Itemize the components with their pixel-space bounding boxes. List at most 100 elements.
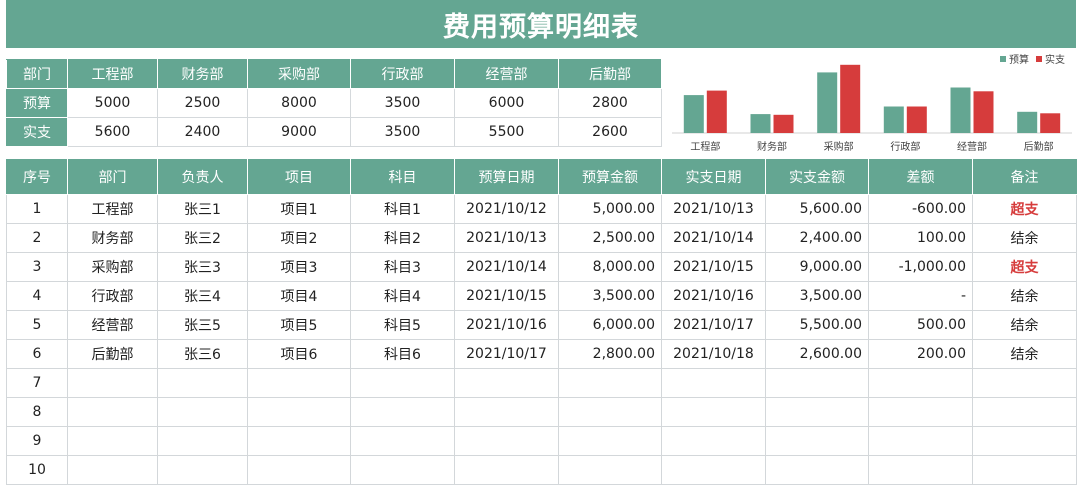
table-cell[interactable] <box>350 426 455 456</box>
table-cell[interactable]: 项目6 <box>247 339 351 369</box>
table-cell[interactable] <box>661 368 766 398</box>
table-cell[interactable]: 项目4 <box>247 281 351 311</box>
table-cell[interactable]: 2021/10/17 <box>454 339 559 369</box>
table-cell[interactable]: 2021/10/15 <box>661 252 766 282</box>
table-cell[interactable]: 行政部 <box>67 281 158 311</box>
table-cell[interactable] <box>247 397 351 427</box>
table-cell[interactable] <box>454 455 559 485</box>
table-cell[interactable] <box>972 368 1077 398</box>
table-cell[interactable] <box>67 426 158 456</box>
table-cell[interactable]: 项目1 <box>247 194 351 224</box>
table-cell[interactable]: -1,000.00 <box>868 252 973 282</box>
table-cell[interactable]: 2021/10/12 <box>454 194 559 224</box>
table-cell[interactable]: 张三4 <box>157 281 248 311</box>
table-cell[interactable]: 结余 <box>972 339 1077 369</box>
table-cell[interactable]: 张三6 <box>157 339 248 369</box>
table-cell[interactable]: 科目2 <box>350 223 455 253</box>
table-cell[interactable]: 8,000.00 <box>558 252 662 282</box>
table-cell[interactable]: 2 <box>6 223 68 253</box>
table-cell[interactable]: 5 <box>6 310 68 340</box>
table-cell[interactable]: 经营部 <box>67 310 158 340</box>
table-cell[interactable]: 结余 <box>972 310 1077 340</box>
table-cell[interactable]: 科目4 <box>350 281 455 311</box>
table-cell[interactable]: 2021/10/18 <box>661 339 766 369</box>
table-cell[interactable] <box>454 426 559 456</box>
table-cell[interactable]: 6,000.00 <box>558 310 662 340</box>
table-cell[interactable] <box>765 426 869 456</box>
table-cell[interactable] <box>868 455 973 485</box>
table-cell[interactable] <box>868 397 973 427</box>
table-cell[interactable] <box>558 368 662 398</box>
table-cell[interactable] <box>157 426 248 456</box>
summary-cell[interactable]: 5000 <box>67 88 158 118</box>
table-cell[interactable]: 2,800.00 <box>558 339 662 369</box>
table-cell[interactable] <box>661 397 766 427</box>
table-cell[interactable]: 2,400.00 <box>765 223 869 253</box>
table-cell[interactable]: 200.00 <box>868 339 973 369</box>
table-cell[interactable] <box>350 368 455 398</box>
table-cell[interactable]: 1 <box>6 194 68 224</box>
summary-cell[interactable]: 5500 <box>454 117 559 147</box>
table-cell[interactable] <box>157 368 248 398</box>
table-cell[interactable]: 2021/10/13 <box>661 194 766 224</box>
table-cell[interactable] <box>454 397 559 427</box>
table-cell[interactable] <box>247 426 351 456</box>
table-cell[interactable]: 2,500.00 <box>558 223 662 253</box>
table-cell[interactable]: 张三1 <box>157 194 248 224</box>
table-cell[interactable]: - <box>868 281 973 311</box>
table-cell[interactable] <box>765 368 869 398</box>
summary-cell[interactable]: 2800 <box>558 88 662 118</box>
table-cell[interactable]: 4 <box>6 281 68 311</box>
table-cell[interactable]: 财务部 <box>67 223 158 253</box>
table-cell[interactable]: 2021/10/15 <box>454 281 559 311</box>
table-cell[interactable] <box>247 368 351 398</box>
table-cell[interactable]: 超支 <box>972 194 1077 224</box>
table-cell[interactable] <box>972 426 1077 456</box>
table-cell[interactable]: 科目5 <box>350 310 455 340</box>
table-cell[interactable]: 2021/10/16 <box>454 310 559 340</box>
table-cell[interactable]: 9,000.00 <box>765 252 869 282</box>
table-cell[interactable]: 2021/10/14 <box>661 223 766 253</box>
table-cell[interactable]: 100.00 <box>868 223 973 253</box>
table-cell[interactable] <box>247 455 351 485</box>
table-cell[interactable]: 8 <box>6 397 68 427</box>
table-cell[interactable]: 3,500.00 <box>558 281 662 311</box>
table-cell[interactable]: 500.00 <box>868 310 973 340</box>
table-cell[interactable]: 2021/10/16 <box>661 281 766 311</box>
table-cell[interactable] <box>67 368 158 398</box>
table-cell[interactable]: 结余 <box>972 223 1077 253</box>
summary-cell[interactable]: 5600 <box>67 117 158 147</box>
table-cell[interactable] <box>765 455 869 485</box>
table-cell[interactable]: 科目3 <box>350 252 455 282</box>
summary-cell[interactable]: 8000 <box>247 88 351 118</box>
table-cell[interactable] <box>765 397 869 427</box>
table-cell[interactable]: 7 <box>6 368 68 398</box>
summary-cell[interactable]: 2600 <box>558 117 662 147</box>
table-cell[interactable]: 项目3 <box>247 252 351 282</box>
table-cell[interactable]: 2021/10/13 <box>454 223 559 253</box>
table-cell[interactable]: 2021/10/14 <box>454 252 559 282</box>
table-cell[interactable] <box>350 455 455 485</box>
table-cell[interactable]: 张三5 <box>157 310 248 340</box>
summary-cell[interactable]: 3500 <box>350 88 455 118</box>
table-cell[interactable] <box>157 397 248 427</box>
table-cell[interactable] <box>661 426 766 456</box>
table-cell[interactable]: 工程部 <box>67 194 158 224</box>
table-cell[interactable]: 采购部 <box>67 252 158 282</box>
table-cell[interactable]: -600.00 <box>868 194 973 224</box>
table-cell[interactable] <box>558 426 662 456</box>
table-cell[interactable]: 项目5 <box>247 310 351 340</box>
table-cell[interactable] <box>67 455 158 485</box>
table-cell[interactable]: 张三2 <box>157 223 248 253</box>
table-cell[interactable] <box>558 397 662 427</box>
table-cell[interactable] <box>454 368 559 398</box>
table-cell[interactable]: 超支 <box>972 252 1077 282</box>
summary-cell[interactable]: 2400 <box>157 117 248 147</box>
table-cell[interactable] <box>868 368 973 398</box>
table-cell[interactable]: 张三3 <box>157 252 248 282</box>
table-cell[interactable]: 10 <box>6 455 68 485</box>
table-cell[interactable] <box>350 397 455 427</box>
table-cell[interactable]: 6 <box>6 339 68 369</box>
table-cell[interactable]: 科目1 <box>350 194 455 224</box>
table-cell[interactable] <box>558 455 662 485</box>
